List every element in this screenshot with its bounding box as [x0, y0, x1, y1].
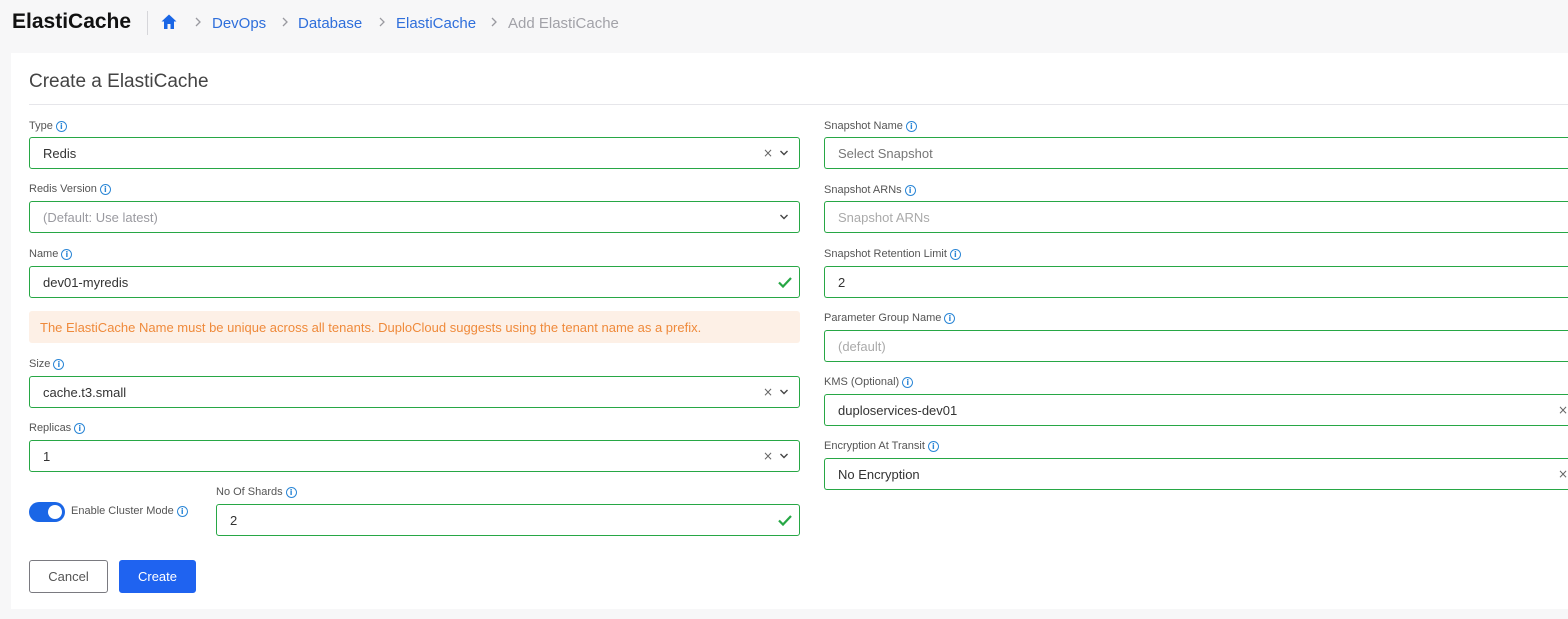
snapshot-arns-placeholder: Snapshot ARNs: [838, 209, 930, 225]
snapshot-retention-label-text: Snapshot Retention Limit: [824, 248, 947, 260]
snapshot-name-label-text: Snapshot Name: [824, 120, 903, 132]
info-icon[interactable]: i: [285, 486, 297, 498]
name-label-text: Name: [29, 248, 59, 260]
cluster-mode-label: Enable Cluster Mode i: [71, 505, 188, 517]
chevron-down-icon[interactable]: [779, 388, 789, 396]
info-icon[interactable]: i: [55, 120, 67, 132]
info-icon[interactable]: i: [61, 248, 73, 260]
snapshot-arns-input[interactable]: Snapshot ARNs: [824, 201, 1568, 233]
type-value: Redis: [43, 145, 77, 161]
chevron-right-icon: [491, 17, 497, 27]
breadcrumb-add-elasticache: Add ElastiCache: [508, 15, 619, 32]
snapshot-name-placeholder: Select Snapshot: [838, 145, 933, 161]
parameter-group-label-text: Parameter Group Name: [824, 312, 942, 324]
kms-label: KMS (Optional) i: [824, 376, 914, 388]
breadcrumb-devops[interactable]: DevOps: [212, 15, 266, 32]
cancel-button[interactable]: Cancel: [29, 560, 108, 593]
name-value: dev01-myredis: [43, 274, 129, 290]
snapshot-arns-label-text: Snapshot ARNs: [824, 184, 902, 196]
kms-select[interactable]: duploservices-dev01 ×: [824, 394, 1568, 426]
page-title: Create a ElastiCache: [29, 71, 209, 92]
replicas-value: 1: [43, 448, 51, 464]
snapshot-name-select[interactable]: Select Snapshot: [824, 137, 1568, 169]
clear-icon[interactable]: ×: [1558, 467, 1568, 481]
snapshot-retention-label: Snapshot Retention Limit i: [824, 248, 961, 260]
chevron-down-icon[interactable]: [779, 149, 789, 157]
app-title: ElastiCache: [12, 10, 132, 33]
size-value: cache.t3.small: [43, 384, 127, 400]
replicas-label: Replicas i: [29, 422, 86, 434]
replicas-label-text: Replicas: [29, 422, 72, 434]
replicas-select[interactable]: 1 ×: [29, 440, 800, 472]
shards-label-text: No Of Shards: [216, 486, 283, 498]
snapshot-retention-input[interactable]: 2: [824, 266, 1568, 298]
type-label-text: Type: [29, 120, 53, 132]
info-icon[interactable]: i: [927, 440, 939, 452]
redis-version-label: Redis Version i: [29, 183, 111, 195]
type-select[interactable]: Redis ×: [29, 137, 800, 169]
clear-icon[interactable]: ×: [763, 449, 773, 463]
info-icon[interactable]: i: [53, 358, 65, 370]
breadcrumb-elasticache[interactable]: ElastiCache: [396, 15, 476, 32]
size-label-text: Size: [29, 358, 51, 370]
name-warning-alert: The ElastiCache Name must be unique acro…: [29, 311, 800, 343]
encryption-transit-label-text: Encryption At Transit: [824, 440, 925, 452]
kms-label-text: KMS (Optional): [824, 376, 900, 388]
clear-icon[interactable]: ×: [1558, 403, 1568, 417]
clear-icon[interactable]: ×: [763, 385, 773, 399]
chevron-right-icon: [195, 17, 201, 27]
snapshot-arns-label: Snapshot ARNs i: [824, 184, 916, 196]
clear-icon[interactable]: ×: [763, 146, 773, 160]
info-icon[interactable]: i: [949, 248, 961, 260]
check-icon: [778, 515, 792, 527]
info-icon[interactable]: i: [74, 422, 86, 434]
create-button[interactable]: Create: [119, 560, 196, 593]
parameter-group-label: Parameter Group Name i: [824, 312, 956, 324]
cluster-mode-label-text: Enable Cluster Mode: [71, 505, 174, 517]
breadcrumb-database[interactable]: Database: [298, 15, 362, 32]
size-label: Size i: [29, 358, 65, 370]
parameter-group-placeholder: (default): [838, 338, 886, 354]
type-label: Type i: [29, 120, 67, 132]
title-divider: [147, 11, 148, 35]
chevron-right-icon: [379, 17, 385, 27]
info-icon[interactable]: i: [176, 505, 188, 517]
redis-version-label-text: Redis Version: [29, 183, 97, 195]
shards-label: No Of Shards i: [216, 486, 297, 498]
snapshot-name-label: Snapshot Name i: [824, 120, 917, 132]
encryption-transit-select[interactable]: No Encryption ×: [824, 458, 1568, 490]
create-elasticache-card: Create a ElastiCache Type i Redis × Redi…: [11, 53, 1568, 609]
parameter-group-input[interactable]: (default): [824, 330, 1568, 362]
name-label: Name i: [29, 248, 73, 260]
shards-value: 2: [230, 512, 238, 528]
info-icon[interactable]: i: [905, 120, 917, 132]
info-icon[interactable]: i: [904, 184, 916, 196]
toggle-knob: [48, 505, 62, 519]
info-icon[interactable]: i: [902, 376, 914, 388]
snapshot-retention-value: 2: [838, 274, 846, 290]
redis-version-placeholder: (Default: Use latest): [43, 209, 158, 225]
info-icon[interactable]: i: [944, 312, 956, 324]
shards-input[interactable]: 2: [216, 504, 800, 536]
chevron-down-icon[interactable]: [779, 452, 789, 460]
size-select[interactable]: cache.t3.small ×: [29, 376, 800, 408]
cluster-mode-toggle[interactable]: [29, 502, 65, 522]
chevron-right-icon: [282, 17, 288, 27]
title-divider: [29, 104, 1568, 105]
encryption-transit-value: No Encryption: [838, 466, 920, 482]
home-icon[interactable]: [160, 13, 178, 31]
check-icon: [778, 277, 792, 289]
kms-value: duploservices-dev01: [838, 402, 958, 418]
name-input[interactable]: dev01-myredis: [29, 266, 800, 298]
chevron-down-icon[interactable]: [779, 213, 789, 221]
top-bar: ElastiCache DevOps Database ElastiCache …: [0, 0, 1568, 46]
info-icon[interactable]: i: [99, 183, 111, 195]
encryption-transit-label: Encryption At Transit i: [824, 440, 939, 452]
redis-version-select[interactable]: (Default: Use latest): [29, 201, 800, 233]
